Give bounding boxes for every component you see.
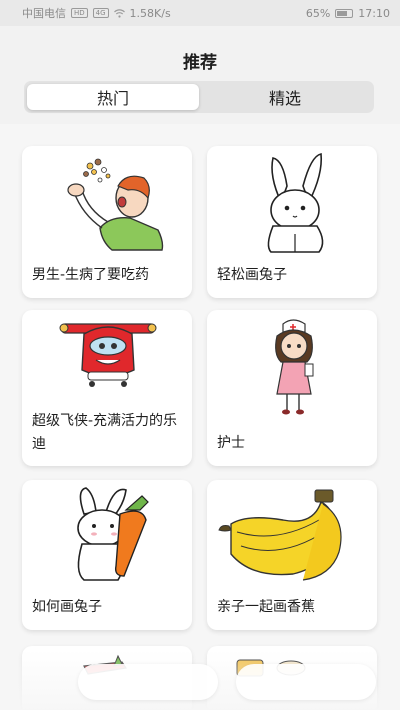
bottom-overlay-pill [236,664,376,700]
tutorial-card[interactable]: 轻松画兔子 [207,146,377,298]
card-caption: 轻松画兔子 [217,267,287,283]
nurse-drawing-icon [275,319,314,415]
header: 推荐 热门 精选 [0,26,400,122]
status-right: 65% 17:10 [306,7,390,20]
hd-badge: HD [71,8,88,18]
card-grid: 男生-生病了要吃药 轻松画兔子 超级飞侠-充满活力的乐迪 护士 如何画兔子 亲子… [0,124,400,710]
bottom-overlay-pill [78,664,218,700]
super-wings-jett-drawing-icon [59,323,157,387]
rabbit-drawing-icon [267,153,324,253]
status-bar: 中国电信 HD 4G 1.58K/s 65% 17:10 [0,0,400,26]
card-caption: 护士 [217,435,245,451]
clock: 17:10 [358,6,390,20]
segment-tabs: 热门 精选 [24,81,374,113]
status-left: 中国电信 HD 4G 1.58K/s [22,5,171,21]
battery-percent: 65% [305,6,331,20]
carrier-label: 中国电信 [22,7,66,20]
tutorial-card[interactable]: 亲子一起画香蕉 [207,480,377,630]
network-speed: 1.58K/s [129,6,171,20]
tutorial-card[interactable]: 超级飞侠-充满活力的乐迪 [22,310,192,466]
tab-hot[interactable]: 热门 [27,84,199,110]
card-caption: 男生-生病了要吃药 [32,267,150,283]
card-caption: 如何画兔子 [32,599,102,615]
card-caption: 超级飞侠-充满活力的乐迪 [32,413,178,452]
tutorial-card[interactable]: 如何画兔子 [22,480,192,630]
page-title: 推荐 [183,53,217,73]
battery-icon [335,8,354,18]
tutorial-card[interactable]: 护士 [207,310,377,466]
wifi-icon [113,8,125,18]
app-screen: 中国电信 HD 4G 1.58K/s 65% 17:10 推荐 热门 精选 男生… [0,0,400,710]
banana-bunch-drawing-icon [218,489,342,581]
tab-featured[interactable]: 精选 [199,84,371,110]
network-badge: 4G [92,8,109,18]
tutorial-card[interactable]: 男生-生病了要吃药 [22,146,192,298]
rabbit-with-carrot-drawing-icon [77,487,149,581]
sick-boy-taking-pills-drawing-icon [67,158,164,251]
card-caption: 亲子一起画香蕉 [217,599,315,615]
